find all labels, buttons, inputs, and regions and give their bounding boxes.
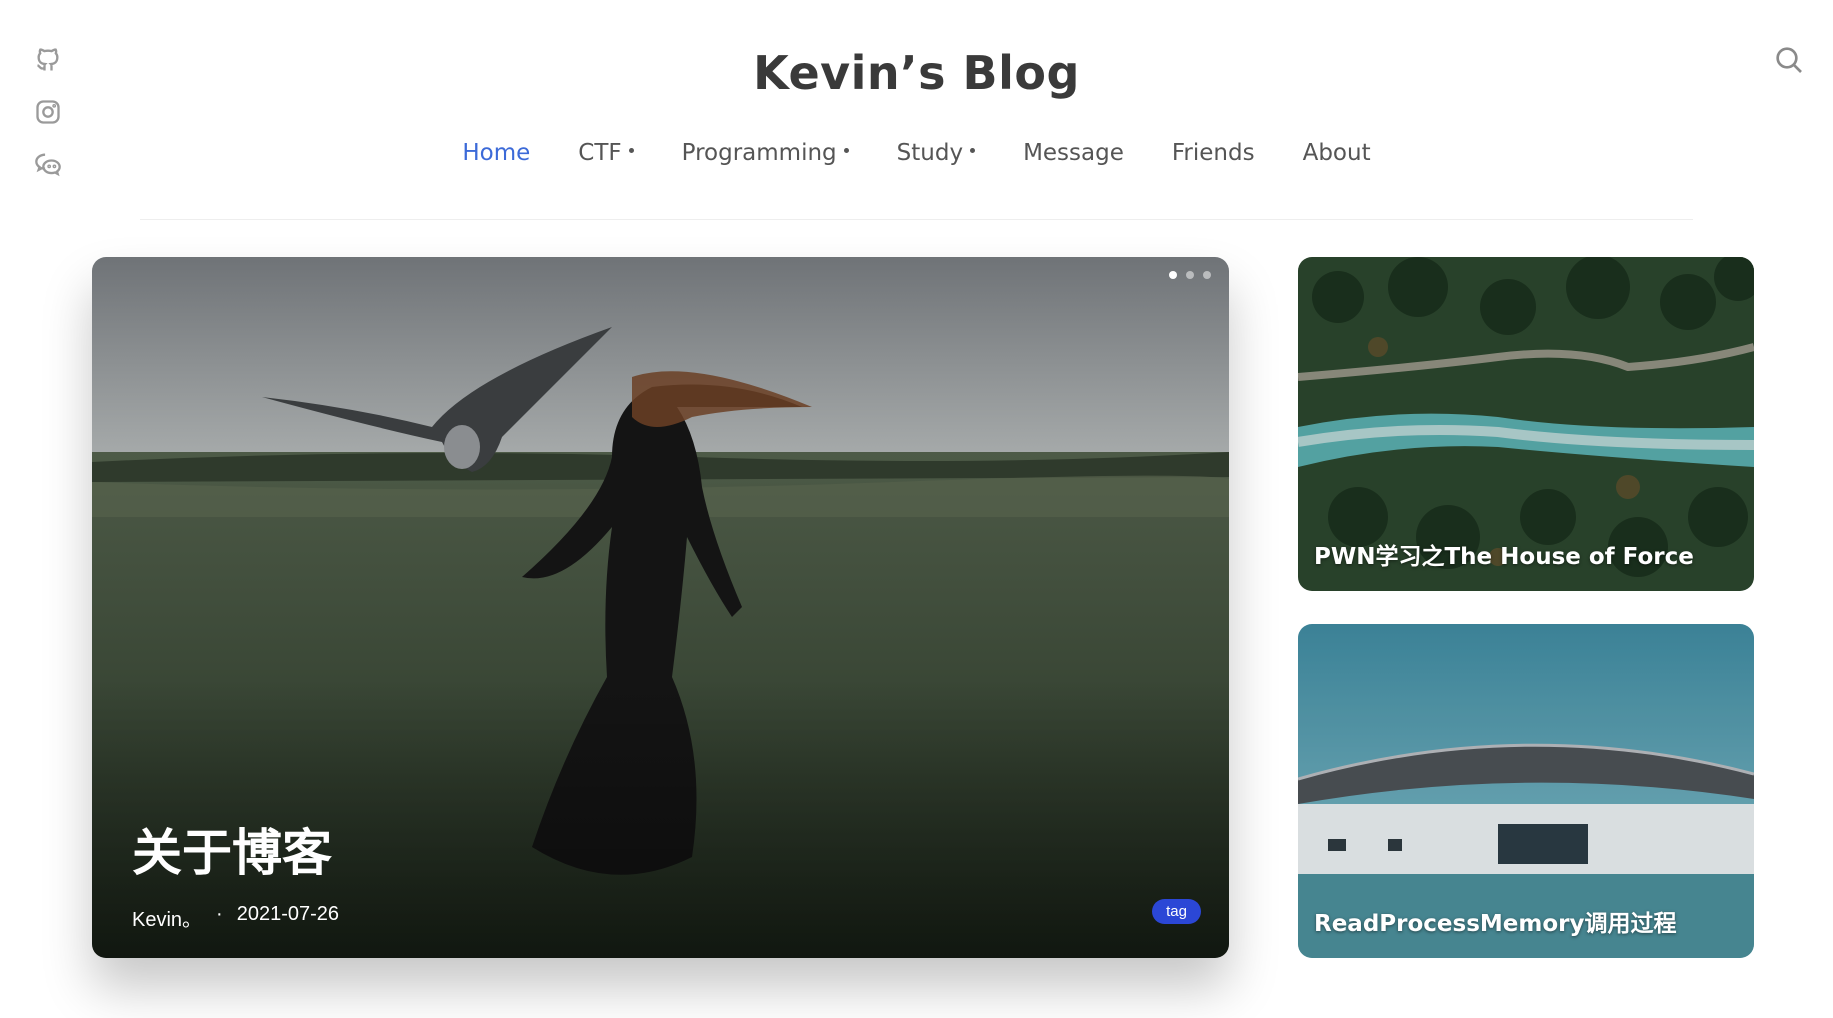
nav-item-message[interactable]: Message	[1023, 140, 1124, 166]
hero-post-meta: Kevin。 · 2021-07-26	[132, 903, 339, 932]
dropdown-indicator-icon	[628, 148, 634, 153]
nav-item-label: About	[1302, 140, 1371, 166]
post-tag[interactable]: tag	[1152, 899, 1201, 924]
dropdown-indicator-icon	[970, 148, 976, 153]
nav-item-label: Study	[896, 140, 964, 166]
card-title[interactable]: PWN学习之The House of Force	[1314, 537, 1694, 571]
nav-item-programming[interactable]: Programming	[682, 140, 849, 166]
hero-post-title[interactable]: 关于博客	[132, 813, 332, 885]
carousel-dot[interactable]	[1203, 271, 1211, 279]
featured-post-slide[interactable]: 关于博客 Kevin。 · 2021-07-26 tag	[92, 257, 1229, 958]
carousel-dot[interactable]	[1186, 271, 1194, 279]
nav-item-home[interactable]: Home	[462, 140, 530, 166]
nav-item-friends[interactable]: Friends	[1172, 140, 1255, 166]
carousel-dots	[1169, 271, 1211, 279]
nav-item-ctf[interactable]: CTF	[578, 140, 634, 166]
instagram-icon[interactable]	[34, 98, 62, 126]
main-nav: Home CTF Programming Study Message Friends Abo…	[0, 140, 1833, 166]
post-date: 2021-07-26	[236, 903, 340, 925]
nav-item-label: Home	[462, 140, 531, 166]
card-title[interactable]: ReadProcessMemory调用过程	[1314, 904, 1677, 938]
carousel-dot[interactable]	[1169, 271, 1177, 279]
nav-item-label: Friends	[1171, 140, 1255, 166]
meta-separator: ·	[216, 903, 223, 925]
post-author[interactable]: Kevin。	[132, 903, 202, 932]
header-divider	[140, 219, 1693, 220]
post-card[interactable]: PWN学习之The House of Force	[1298, 257, 1754, 591]
nav-item-label: CTF	[578, 140, 622, 166]
nav-item-about[interactable]: About	[1303, 140, 1371, 166]
nav-item-label: Message	[1023, 140, 1124, 166]
dropdown-indicator-icon	[843, 148, 849, 153]
nav-item-study[interactable]: Study	[896, 140, 976, 166]
nav-item-label: Programming	[681, 140, 837, 166]
post-card[interactable]: ReadProcessMemory调用过程	[1298, 624, 1754, 958]
site-title[interactable]: Kevin’s Blog	[0, 46, 1833, 100]
